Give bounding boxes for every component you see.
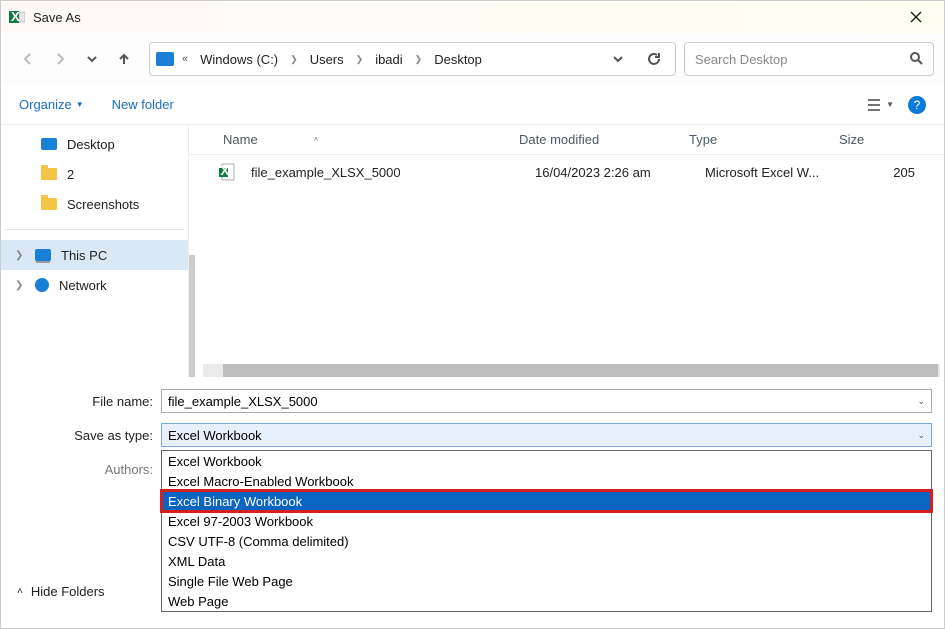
svg-text:X: X	[221, 163, 230, 178]
new-folder-button[interactable]: New folder	[112, 97, 174, 112]
sort-ascending-icon: ˄	[314, 135, 319, 144]
file-name: file_example_XLSX_5000	[247, 165, 535, 180]
search-icon[interactable]	[909, 51, 923, 68]
chevron-down-icon[interactable]: ⌄	[917, 430, 925, 441]
desktop-icon	[41, 138, 57, 150]
chevron-down-icon: ▼	[886, 100, 894, 109]
chevron-right-icon[interactable]: ❯	[354, 54, 366, 65]
address-bar[interactable]: « Windows (C:) ❯ Users ❯ ibadi ❯ Desktop	[149, 42, 676, 76]
recent-locations-button[interactable]	[81, 48, 103, 70]
main-area: Desktop 2 Screenshots ❯ This PC ❯ Networ…	[1, 125, 944, 377]
overflow-chevron-icon[interactable]: «	[180, 53, 190, 65]
dropdown-option[interactable]: Excel Workbook	[162, 451, 931, 471]
breadcrumb-ibadi[interactable]: ibadi	[371, 52, 406, 67]
chevron-up-icon: ˄	[17, 586, 23, 597]
organize-label: Organize	[19, 97, 72, 112]
file-row[interactable]: X file_example_XLSX_5000 16/04/2023 2:26…	[189, 155, 944, 189]
dropdown-option[interactable]: Web Page	[162, 591, 931, 611]
dropdown-option[interactable]: Single File Web Page	[162, 571, 931, 591]
filename-input[interactable]	[168, 394, 917, 409]
chevron-right-icon[interactable]: ❯	[413, 54, 425, 65]
svg-text:X: X	[11, 9, 20, 24]
refresh-button[interactable]	[639, 44, 669, 74]
divider	[5, 229, 184, 230]
sidebar-item-this-pc[interactable]: ❯ This PC	[1, 240, 188, 270]
back-button[interactable]	[17, 48, 39, 70]
window-title: Save As	[33, 10, 81, 25]
organize-button[interactable]: Organize ▼	[19, 97, 84, 112]
column-header-name[interactable]: Name ˄	[219, 132, 519, 147]
hide-folders-button[interactable]: ˄ Hide Folders	[17, 584, 105, 599]
titlebar: X Save As	[1, 1, 944, 33]
hide-folders-label: Hide Folders	[31, 584, 105, 599]
dropdown-option[interactable]: CSV UTF-8 (Comma delimited)	[162, 531, 931, 551]
forward-button[interactable]	[49, 48, 71, 70]
column-header-date[interactable]: Date modified	[519, 132, 689, 147]
command-toolbar: Organize ▼ New folder ▼ ?	[1, 85, 944, 125]
expand-icon[interactable]: ❯	[15, 280, 23, 291]
sidebar-item-label: This PC	[61, 248, 107, 263]
sidebar-item-network[interactable]: ❯ Network	[1, 270, 188, 300]
column-header-type[interactable]: Type	[689, 132, 839, 147]
up-button[interactable]	[113, 48, 135, 70]
sidebar-item-label: Screenshots	[67, 197, 139, 212]
view-options-button[interactable]: ▼	[866, 97, 894, 113]
saveastype-label: Save as type:	[13, 428, 161, 443]
network-icon	[35, 278, 49, 292]
sidebar-item-2[interactable]: 2	[1, 159, 188, 189]
sidebar-item-label: 2	[67, 167, 74, 182]
dropdown-option[interactable]: XML Data	[162, 551, 931, 571]
sidebar-item-label: Desktop	[67, 137, 115, 152]
close-button[interactable]	[896, 3, 936, 31]
sidebar-item-screenshots[interactable]: Screenshots	[1, 189, 188, 219]
file-date: 16/04/2023 2:26 am	[535, 165, 705, 180]
help-button[interactable]: ?	[908, 96, 926, 114]
breadcrumb-windows-c[interactable]: Windows (C:)	[196, 52, 282, 67]
xlsx-file-icon: X	[219, 163, 235, 181]
saveastype-field[interactable]: Excel Workbook ⌄	[161, 423, 932, 447]
column-header-size[interactable]: Size	[839, 132, 899, 147]
address-dropdown-button[interactable]	[607, 48, 629, 70]
pc-icon	[35, 249, 51, 261]
chevron-right-icon[interactable]: ❯	[288, 54, 300, 65]
filename-label: File name:	[13, 394, 161, 409]
search-box[interactable]	[684, 42, 934, 76]
scrollbar-thumb[interactable]	[223, 364, 938, 377]
file-list-pane: Name ˄ Date modified Type Size X file_ex…	[189, 125, 944, 377]
expand-icon[interactable]: ❯	[15, 250, 23, 261]
saveastype-value: Excel Workbook	[168, 428, 262, 443]
sidebar-item-label: Network	[59, 278, 107, 293]
excel-app-icon: X	[9, 9, 25, 25]
dropdown-option[interactable]: Excel Macro-Enabled Workbook	[162, 471, 931, 491]
breadcrumb-users[interactable]: Users	[306, 52, 348, 67]
nav-toolbar: « Windows (C:) ❯ Users ❯ ibadi ❯ Desktop	[1, 33, 944, 85]
pc-icon	[156, 52, 174, 66]
search-input[interactable]	[695, 52, 901, 67]
column-headers: Name ˄ Date modified Type Size	[189, 125, 944, 155]
folder-icon	[41, 198, 57, 210]
breadcrumb-desktop[interactable]: Desktop	[430, 52, 486, 67]
save-form: File name: ⌄ Save as type: Excel Workboo…	[1, 377, 944, 610]
filename-field[interactable]: ⌄	[161, 389, 932, 413]
chevron-down-icon: ▼	[76, 100, 84, 109]
dropdown-option[interactable]: Excel 97-2003 Workbook	[162, 511, 931, 531]
folder-icon	[41, 168, 57, 180]
dropdown-option-selected[interactable]: Excel Binary Workbook	[162, 491, 931, 511]
horizontal-scrollbar[interactable]	[203, 364, 940, 377]
file-size: 205	[855, 165, 915, 180]
chevron-down-icon[interactable]: ⌄	[917, 396, 925, 407]
saveastype-dropdown[interactable]: Excel Workbook Excel Macro-Enabled Workb…	[161, 450, 932, 612]
sidebar-item-desktop[interactable]: Desktop	[1, 129, 188, 159]
sidebar: Desktop 2 Screenshots ❯ This PC ❯ Networ…	[1, 125, 189, 377]
authors-label: Authors:	[13, 462, 161, 477]
file-type: Microsoft Excel W...	[705, 165, 855, 180]
